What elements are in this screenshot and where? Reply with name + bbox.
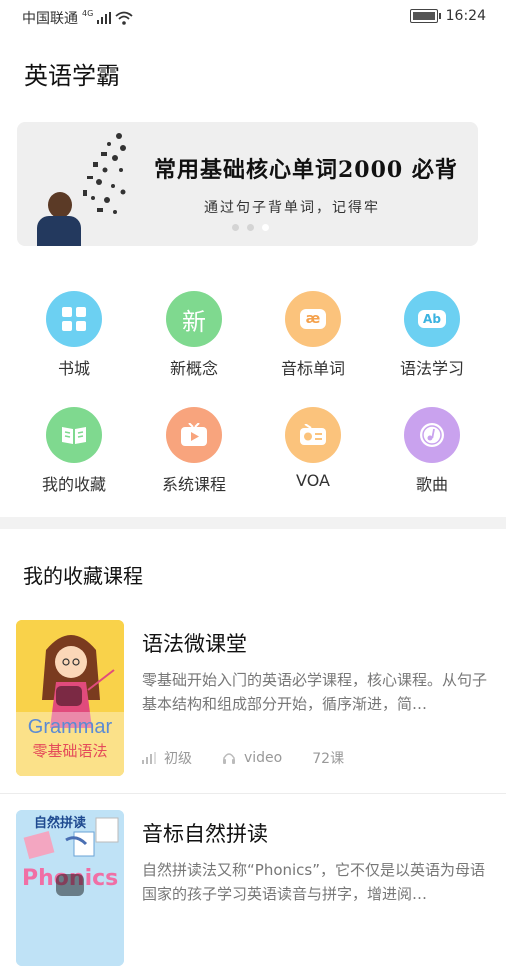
- cover-text-cn: 自然拼读: [34, 816, 87, 831]
- grid-item-new-concept[interactable]: 新 新概念: [134, 291, 254, 379]
- battery-icon: [409, 9, 441, 23]
- grid-label: 我的收藏: [41, 475, 106, 494]
- network-label: 4G: [82, 8, 94, 18]
- letters-illustration: [83, 133, 126, 214]
- grid-item-favorites[interactable]: 我的收藏: [14, 407, 134, 495]
- course-meta: 初级 video 72课: [142, 748, 344, 768]
- grid-label: 音标单词: [280, 359, 345, 378]
- new-concept-icon: 新: [166, 291, 222, 347]
- time-label: 16:24: [445, 8, 486, 24]
- status-right: 16:24: [409, 8, 486, 24]
- carousel-dot-active[interactable]: [262, 224, 269, 231]
- course-card-phonics[interactable]: 自然拼读 Phonics 音标自然拼读 自然拼读法又称“Phonics”，它不仅…: [16, 810, 490, 966]
- grid-item-phonetic-words[interactable]: æ 音标单词: [253, 291, 373, 379]
- grid-label: 系统课程: [161, 475, 226, 494]
- banner-subtitle: 通过句子背单词，记得牢: [204, 200, 380, 216]
- book-icon: [46, 407, 102, 463]
- carousel-indicator: [232, 224, 269, 231]
- music-icon: [404, 407, 460, 463]
- phonetic-icon: æ: [285, 291, 341, 347]
- promo-banner[interactable]: 常用基础核心单词2000 必背 通过句子背单词，记得牢: [17, 122, 478, 246]
- video-badge-icon: [56, 874, 84, 896]
- grid-item-system-courses[interactable]: 系统课程: [134, 407, 254, 495]
- radio-icon: [285, 407, 341, 463]
- carousel-dot[interactable]: [232, 224, 239, 231]
- level-icon: [142, 752, 156, 764]
- grid-label: 书城: [57, 359, 90, 378]
- course-title: 语法微课堂: [142, 632, 247, 656]
- headphones-icon: [223, 753, 235, 764]
- course-description: 自然拼读法又称“Phonics”，它不仅是以英语为母语国家的孩子学习英语读音与拼…: [142, 861, 486, 903]
- status-bar: 中国联通 4G 16:24: [0, 0, 506, 34]
- cover-text-cn: 零基础语法: [32, 742, 108, 760]
- grid-item-songs[interactable]: 歌曲: [372, 407, 492, 495]
- grid-item-voa[interactable]: VOA: [253, 407, 373, 490]
- grid-label: VOA: [296, 471, 330, 490]
- page-title: 英语学霸: [24, 62, 120, 90]
- video-badge-icon: [56, 686, 82, 706]
- signal-icon: [97, 12, 112, 24]
- grid-label: 新概念: [169, 359, 218, 378]
- wifi-icon: [115, 11, 133, 25]
- course-level: 初级: [164, 751, 192, 767]
- row-divider: [0, 793, 506, 794]
- new-concept-glyph: 新: [182, 307, 206, 336]
- course-type: video: [244, 750, 283, 766]
- section-divider: [0, 517, 506, 529]
- cover-text-en: Grammar: [27, 716, 113, 738]
- section-title: 我的收藏课程: [23, 564, 143, 588]
- grid-label: 歌曲: [415, 475, 448, 494]
- grammar-glyph: Ab: [418, 310, 446, 328]
- banner-title: 常用基础核心单词2000 必背: [154, 157, 458, 183]
- carrier-label: 中国联通: [22, 11, 78, 27]
- course-cover: Grammar 零基础语法: [16, 620, 124, 776]
- status-left: 中国联通 4G: [22, 8, 133, 28]
- course-cover: 自然拼读 Phonics: [16, 810, 124, 966]
- person-illustration: [37, 192, 81, 246]
- grid-item-grammar[interactable]: Ab 语法学习: [372, 291, 492, 379]
- carousel-dot[interactable]: [247, 224, 254, 231]
- course-description: 零基础开始入门的英语必学课程，核心课程。从句子基本结构和组成部分开始，循序渐进，…: [142, 671, 487, 713]
- course-card-grammar[interactable]: Grammar 零基础语法 语法微课堂 零基础开始入门的英语必学课程，核心课程。…: [16, 620, 490, 780]
- grammar-icon: Ab: [404, 291, 460, 347]
- course-count: 72课: [312, 751, 345, 767]
- phonetic-glyph: æ: [299, 309, 327, 329]
- play-icon: [166, 407, 222, 463]
- grid-item-bookstore[interactable]: 书城: [14, 291, 134, 379]
- grid-icon: [46, 291, 102, 347]
- course-title: 音标自然拼读: [142, 822, 268, 846]
- grid-label: 语法学习: [399, 359, 464, 378]
